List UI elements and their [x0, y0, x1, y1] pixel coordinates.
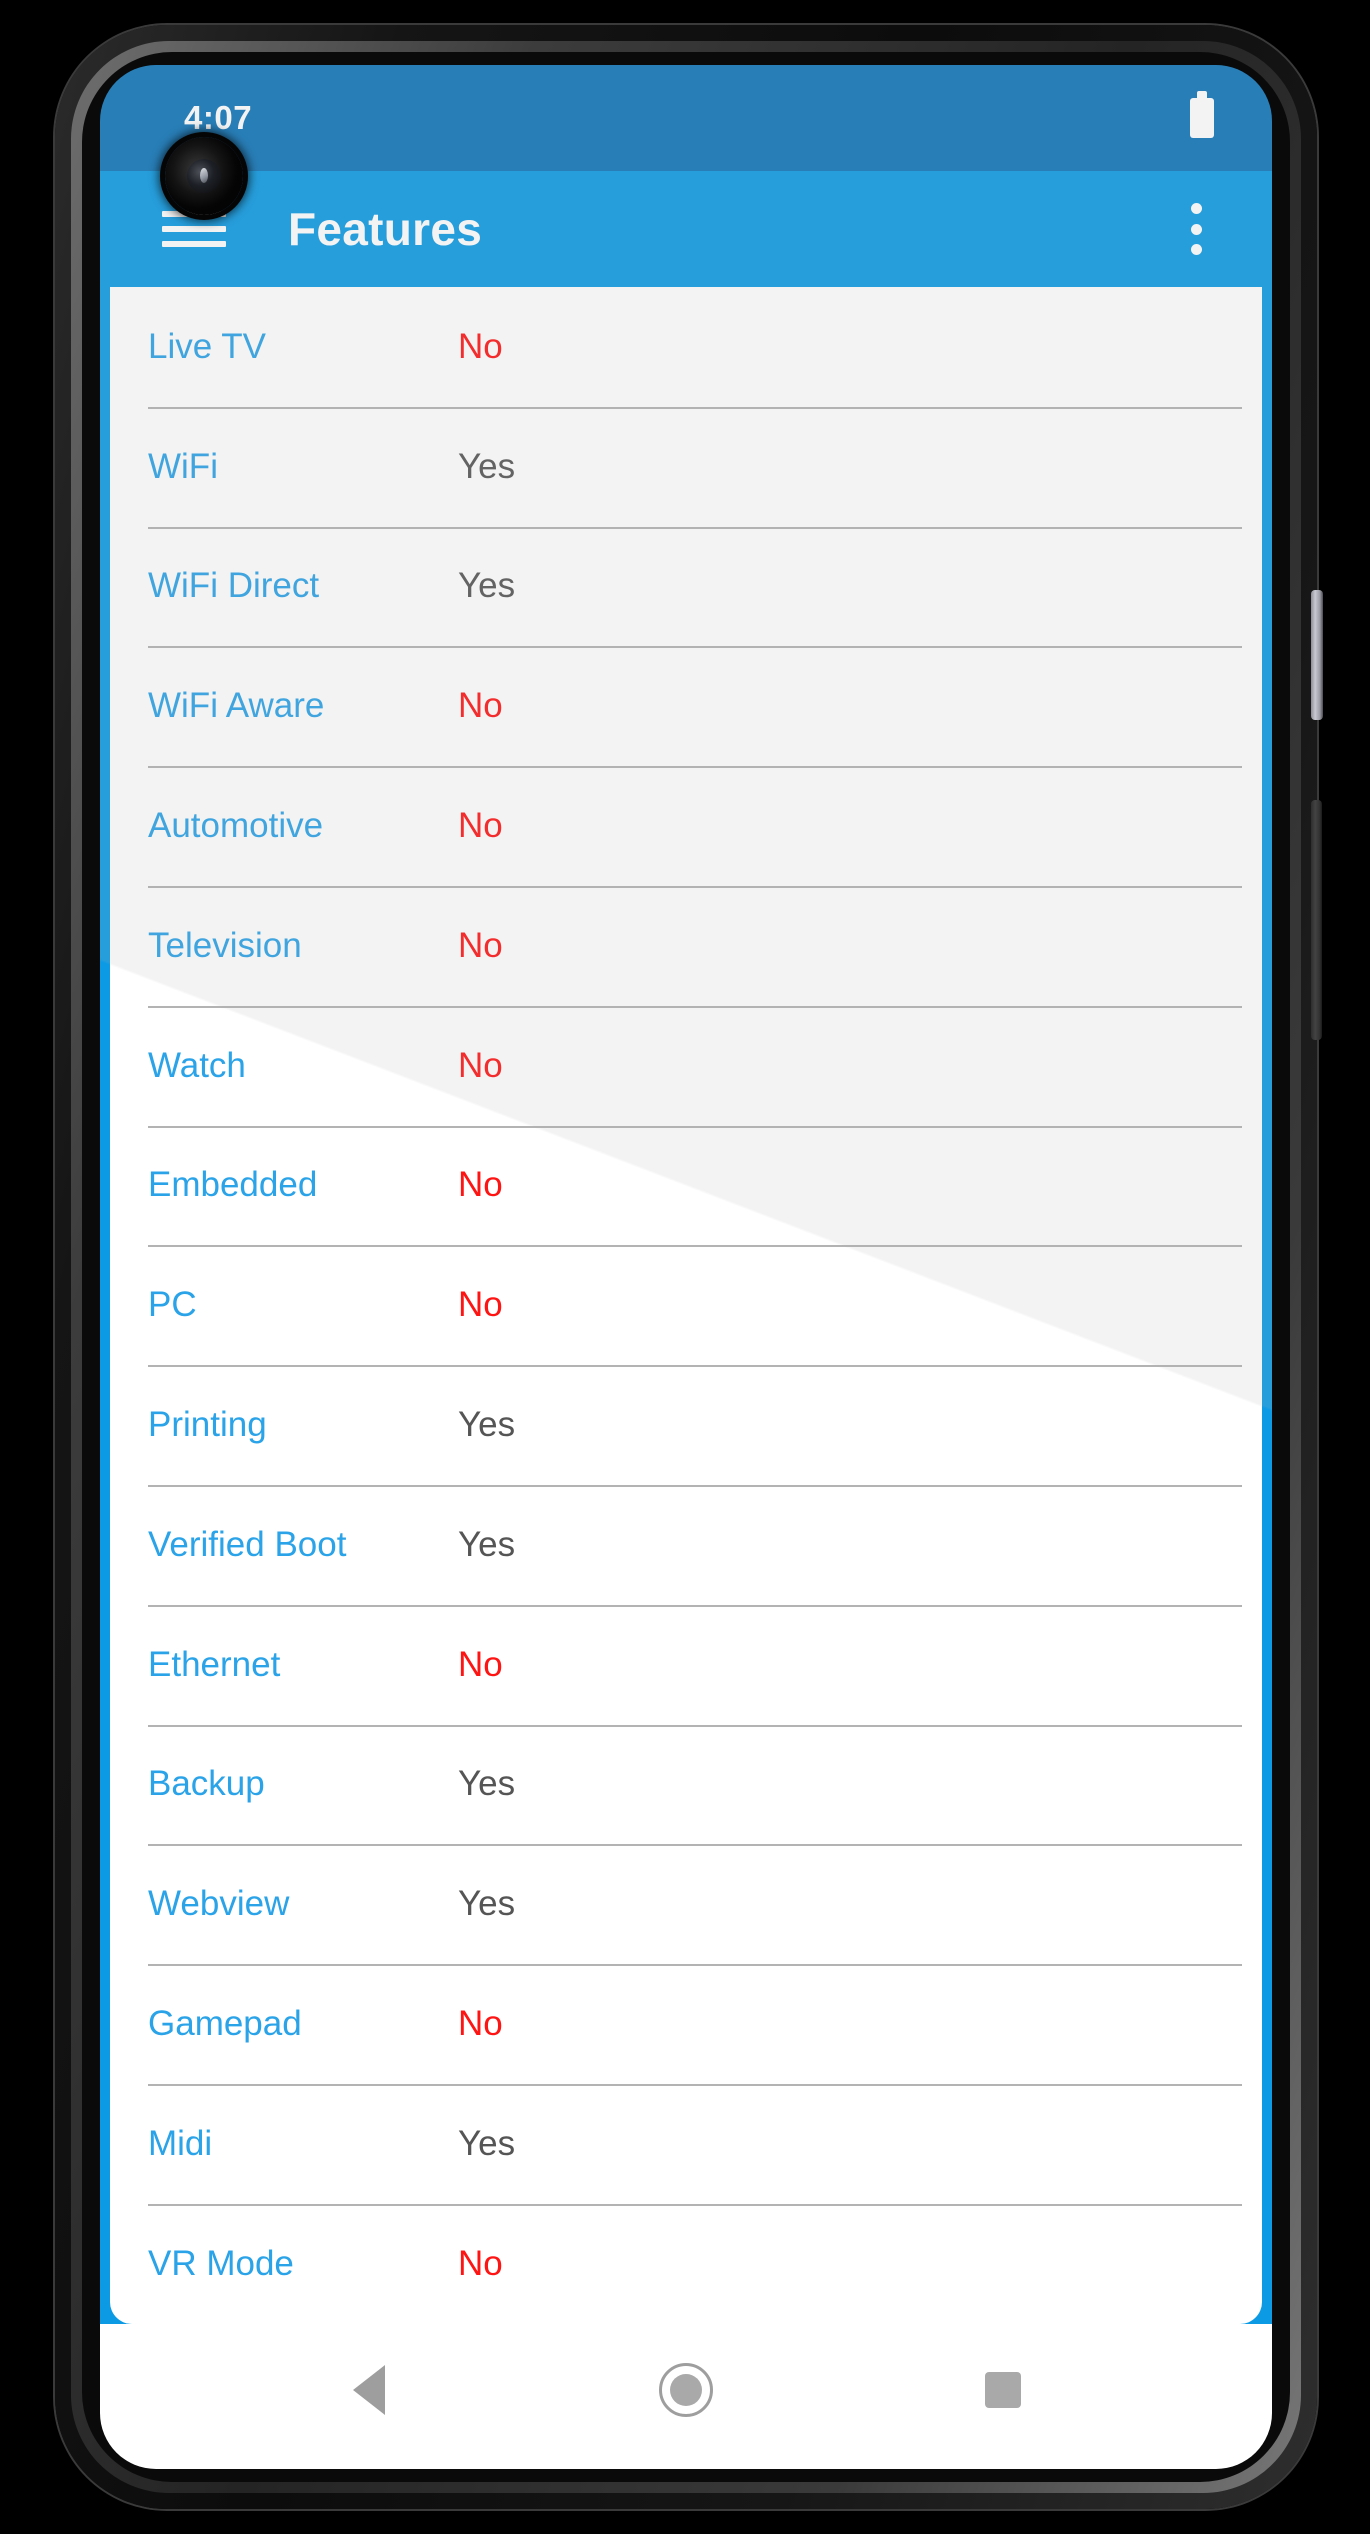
- app-bar: Features: [100, 171, 1272, 287]
- phone-screen: 4:07 Features Live TV No WiFi Yes WiFi Direc…: [100, 65, 1272, 2469]
- feature-row[interactable]: Gamepad No: [110, 1964, 1262, 2084]
- nav-home-button[interactable]: [631, 2345, 741, 2435]
- feature-value: Yes: [458, 2123, 516, 2163]
- page-title: Features: [288, 203, 483, 255]
- feature-value: No: [458, 2004, 503, 2044]
- power-button[interactable]: [1311, 590, 1323, 720]
- feature-value: Yes: [458, 566, 516, 606]
- feature-row[interactable]: Automotive No: [110, 766, 1262, 886]
- feature-label: VR Mode: [148, 2243, 294, 2283]
- feature-label: Television: [148, 925, 302, 965]
- feature-label: Midi: [148, 2123, 213, 2163]
- feature-value: Yes: [458, 1884, 516, 1924]
- feature-row[interactable]: Webview Yes: [110, 1844, 1262, 1964]
- feature-value: Yes: [458, 446, 516, 486]
- feature-row[interactable]: Watch No: [110, 1005, 1262, 1126]
- feature-label: WiFi Direct: [148, 566, 320, 606]
- hamburger-line-2: [162, 226, 226, 232]
- feature-value: No: [458, 1644, 503, 1684]
- feature-list-card: Live TV No WiFi Yes WiFi Direct Yes WiFi Aware…: [110, 287, 1262, 2324]
- camera-lens: [187, 159, 221, 193]
- triangle-back-icon: [352, 2364, 385, 2415]
- nav-recents-button[interactable]: [948, 2345, 1058, 2435]
- feature-label: Watch: [148, 1045, 246, 1085]
- android-navigation-bar: [100, 2324, 1272, 2469]
- feature-row[interactable]: Printing Yes: [110, 1365, 1262, 1485]
- overflow-dot-2: [1190, 223, 1202, 235]
- feature-value: No: [458, 806, 503, 846]
- feature-list[interactable]: Live TV No WiFi Yes WiFi Direct Yes WiFi Aware…: [110, 287, 1262, 2324]
- content-sheet: Live TV No WiFi Yes WiFi Direct Yes WiFi Aware…: [100, 287, 1272, 2324]
- feature-label: WiFi: [148, 446, 218, 486]
- overflow-menu-icon[interactable]: [1170, 194, 1222, 264]
- feature-label: WiFi Aware: [148, 686, 325, 726]
- battery-full-icon: [1190, 91, 1214, 138]
- feature-row[interactable]: Verified Boot Yes: [110, 1484, 1262, 1605]
- overflow-dot-3: [1190, 244, 1202, 255]
- feature-label: Embedded: [148, 1165, 318, 1205]
- feature-row[interactable]: Live TV No: [110, 287, 1262, 407]
- nav-back-button[interactable]: [314, 2345, 424, 2435]
- feature-label: Printing: [148, 1405, 267, 1445]
- feature-row[interactable]: VR Mode No: [110, 2203, 1262, 2324]
- volume-rocker-button[interactable]: [1311, 800, 1322, 1040]
- camera-glint: [200, 168, 208, 183]
- feature-row[interactable]: PC No: [110, 1245, 1262, 1365]
- feature-row[interactable]: Midi Yes: [110, 2083, 1262, 2204]
- status-bar-clock: 4:07: [184, 99, 253, 136]
- feature-value: No: [458, 326, 503, 366]
- feature-value: No: [458, 1045, 503, 1085]
- feature-row[interactable]: Television No: [110, 885, 1262, 1006]
- square-recents-icon: [985, 2371, 1022, 2408]
- hamburger-line-3: [162, 241, 226, 247]
- feature-value: Yes: [458, 1405, 516, 1445]
- feature-value: Yes: [458, 1524, 516, 1564]
- phone-frame: 4:07 Features Live TV No WiFi Yes WiFi Direc…: [55, 25, 1323, 2509]
- feature-value: Yes: [458, 1764, 516, 1804]
- feature-row[interactable]: Backup Yes: [110, 1724, 1262, 1845]
- feature-label: Automotive: [148, 806, 324, 846]
- feature-row[interactable]: Ethernet No: [110, 1604, 1262, 1725]
- feature-value: No: [458, 2243, 503, 2283]
- status-bar: 4:07: [100, 65, 1272, 171]
- front-camera-cutout: [165, 137, 243, 215]
- feature-label: Live TV: [148, 326, 267, 366]
- feature-row[interactable]: Embedded No: [110, 1125, 1262, 1246]
- feature-label: PC: [148, 1285, 197, 1325]
- feature-label: Verified Boot: [148, 1524, 347, 1564]
- feature-label: Webview: [148, 1884, 290, 1924]
- feature-value: No: [458, 925, 503, 965]
- circle-home-icon: [658, 2362, 713, 2417]
- home-inner-dot: [669, 2373, 702, 2406]
- feature-value: No: [458, 1285, 503, 1325]
- overflow-dot-1: [1190, 203, 1202, 214]
- feature-label: Backup: [148, 1764, 265, 1804]
- feature-label: Gamepad: [148, 2004, 302, 2044]
- feature-row[interactable]: WiFi Direct Yes: [110, 526, 1262, 647]
- feature-value: No: [458, 1165, 503, 1205]
- feature-row[interactable]: WiFi Aware No: [110, 646, 1262, 766]
- feature-row[interactable]: WiFi Yes: [110, 406, 1262, 527]
- feature-value: No: [458, 686, 503, 726]
- feature-label: Ethernet: [148, 1644, 281, 1684]
